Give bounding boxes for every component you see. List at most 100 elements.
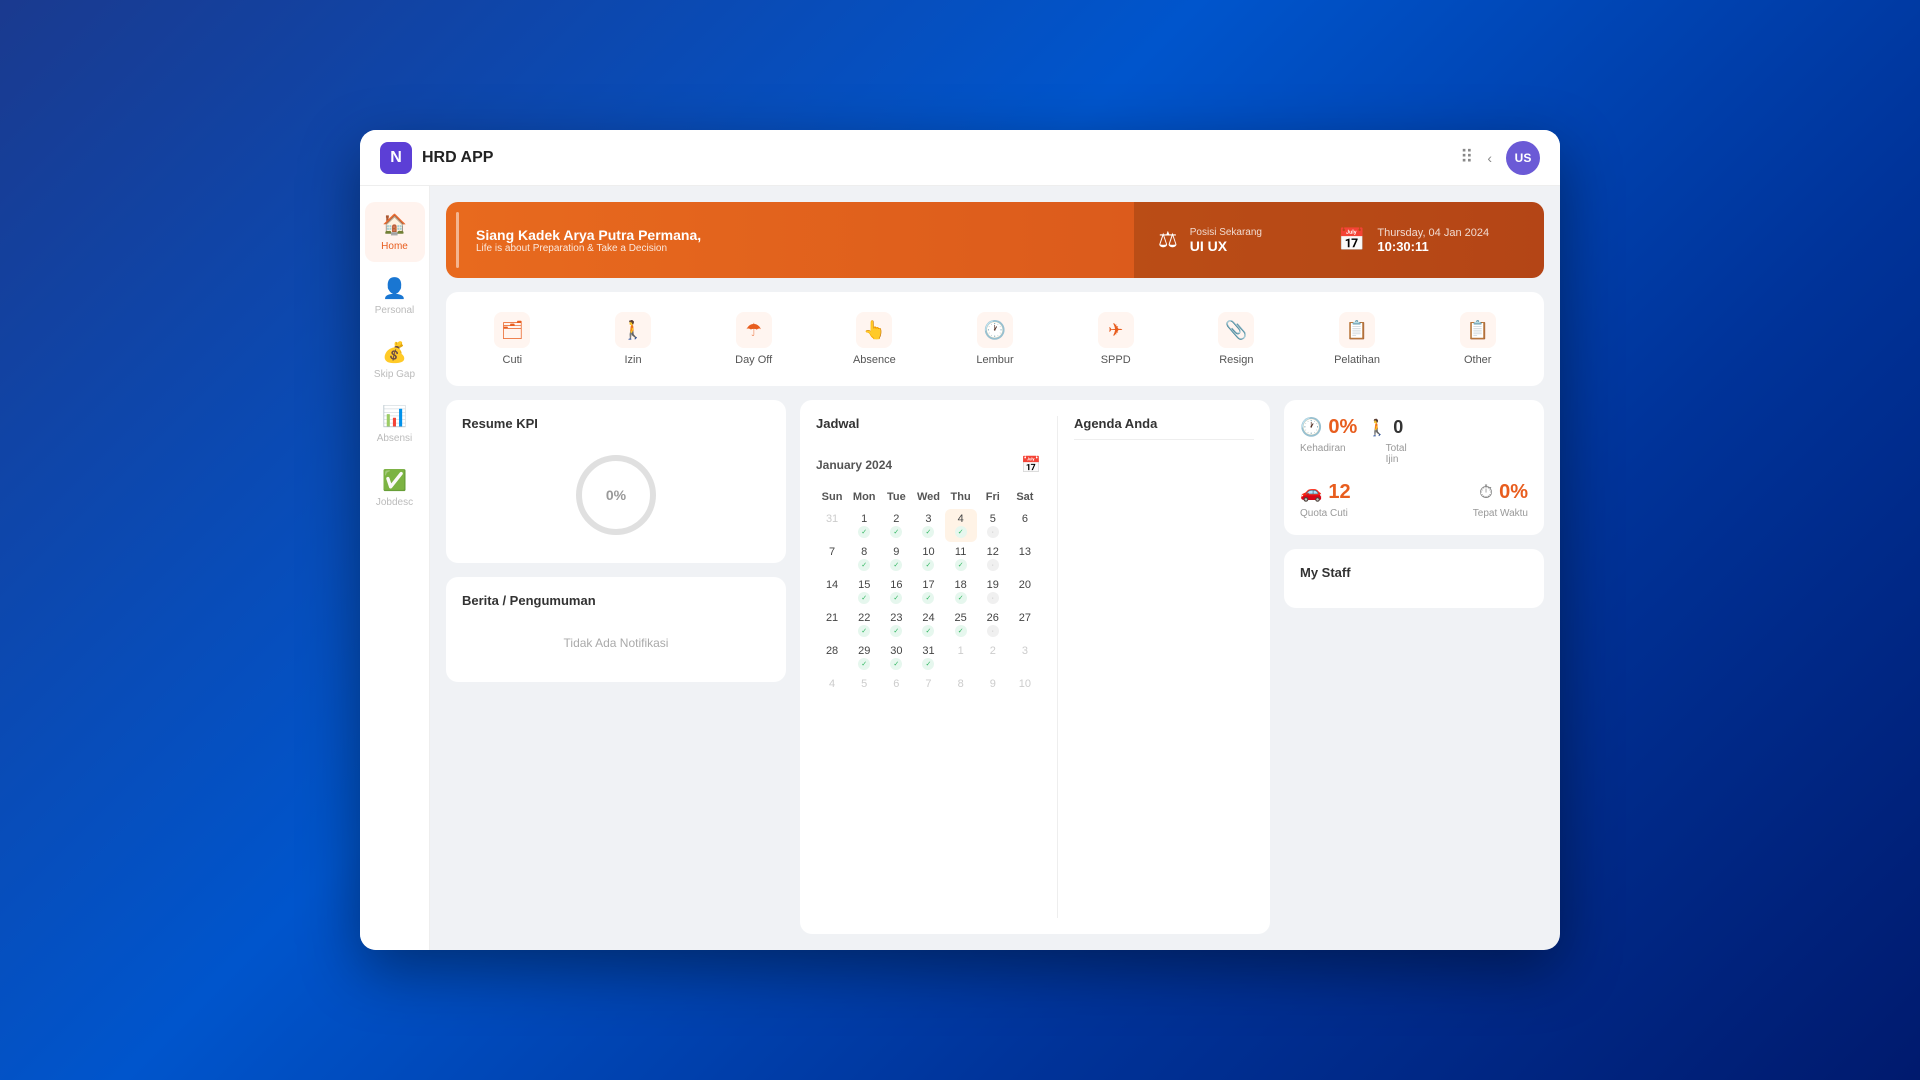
cal-cell-w0-d0[interactable]: 31 (816, 509, 848, 542)
cuti-icon: 🗂 (494, 312, 530, 348)
quota-cuti-value: 12 (1328, 481, 1350, 504)
grid-icon[interactable]: ⠿ (1460, 147, 1473, 168)
cal-cell-w3-d0[interactable]: 21 (816, 608, 848, 641)
total-izin-label: Total Ijin (1386, 443, 1407, 465)
stat-kehadiran: 🕐 0% 🚶 0 Kehadiran Total Ijin (1300, 416, 1407, 465)
main-layout: 🏠 Home 👤 Personal 💰 Skip Gap 📊 Absensi ✅… (360, 186, 1560, 950)
stats-grid: 🕐 0% 🚶 0 Kehadiran Total Ijin (1300, 416, 1528, 519)
cal-cell-w5-d0[interactable]: 4 (816, 674, 848, 694)
cal-cell-w1-d6[interactable]: 13 (1009, 542, 1041, 575)
cal-cell-w3-d1[interactable]: 22✓ (848, 608, 880, 641)
banner-subtitle: Life is about Preparation & Take a Decis… (476, 243, 1114, 254)
cal-attendance-dot: · (987, 592, 999, 604)
cal-cell-w1-d2[interactable]: 9✓ (880, 542, 912, 575)
cal-cell-w4-d0[interactable]: 28 (816, 641, 848, 674)
cal-cell-w5-d4[interactable]: 8 (945, 674, 977, 694)
cal-cell-w5-d6[interactable]: 10 (1009, 674, 1041, 694)
lembur-label: Lembur (976, 354, 1013, 366)
cal-cell-w4-d5[interactable]: 2 (977, 641, 1009, 674)
sidebar-item-jobdesc[interactable]: ✅ Jobdesc (365, 458, 425, 518)
cal-cell-w3-d2[interactable]: 23✓ (880, 608, 912, 641)
avatar[interactable]: US (1506, 141, 1540, 175)
cal-cell-w2-d2[interactable]: 16✓ (880, 575, 912, 608)
cal-cell-w2-d5[interactable]: 19· (977, 575, 1009, 608)
cal-cell-w1-d3[interactable]: 10✓ (912, 542, 944, 575)
sidebar-item-absensi[interactable]: 📊 Absensi (365, 394, 425, 454)
banner-greeting: Siang Kadek Arya Putra Permana, (476, 227, 1114, 243)
cal-cell-w5-d2[interactable]: 6 (880, 674, 912, 694)
kpi-value: 0% (606, 487, 626, 503)
cal-attendance-dot: ✓ (922, 658, 934, 670)
sidebar-item-personal[interactable]: 👤 Personal (365, 266, 425, 326)
action-resign[interactable]: 📎 Resign (1178, 304, 1295, 374)
calendar-icon: 📅 (1338, 227, 1365, 253)
sidebar-item-skipgap[interactable]: 💰 Skip Gap (365, 330, 425, 390)
cal-attendance-dot: ✓ (890, 559, 902, 571)
cal-cell-w5-d3[interactable]: 7 (912, 674, 944, 694)
cal-cell-w4-d6[interactable]: 3 (1009, 641, 1041, 674)
cal-cell-w0-d4[interactable]: 4✓ (945, 509, 977, 542)
cal-attendance-dot: ✓ (955, 625, 967, 637)
cal-attendance-dot: ✓ (955, 526, 967, 538)
cal-cell-w3-d6[interactable]: 27 (1009, 608, 1041, 641)
cal-cell-w2-d3[interactable]: 17✓ (912, 575, 944, 608)
cal-day-sun: Sun (816, 485, 848, 509)
cal-cell-w1-d0[interactable]: 7 (816, 542, 848, 575)
action-pelatihan[interactable]: 📋 Pelatihan (1299, 304, 1416, 374)
cal-cell-w5-d1[interactable]: 5 (848, 674, 880, 694)
time-value: 10:30:11 (1377, 239, 1489, 254)
cal-cell-w0-d5[interactable]: 5· (977, 509, 1009, 542)
quick-actions: 🗂 Cuti 🚶 Izin ☂ Day Off 👆 Absence 🕐 (446, 292, 1544, 386)
action-other[interactable]: 📋 Other (1419, 304, 1536, 374)
jadwal-panel: Jadwal January 2024 📅 Sun Mon Tue Wed (800, 400, 1270, 934)
kehadiran-value: 0% (1328, 416, 1357, 439)
other-icon: 📋 (1460, 312, 1496, 348)
cal-cell-w0-d3[interactable]: 3✓ (912, 509, 944, 542)
cal-cell-w3-d5[interactable]: 26· (977, 608, 1009, 641)
calendar-nav-icon[interactable]: 📅 (1021, 455, 1041, 475)
action-sppd[interactable]: ✈ SPPD (1057, 304, 1174, 374)
cal-attendance-dot: ✓ (922, 559, 934, 571)
back-chevron-icon[interactable]: ‹ (1487, 150, 1492, 166)
walking-icon: 🚶 (1367, 418, 1387, 438)
action-lembur[interactable]: 🕐 Lembur (937, 304, 1054, 374)
cal-cell-w4-d3[interactable]: 31✓ (912, 641, 944, 674)
cal-cell-w1-d4[interactable]: 11✓ (945, 542, 977, 575)
cal-cell-w2-d4[interactable]: 18✓ (945, 575, 977, 608)
cal-cell-w3-d3[interactable]: 24✓ (912, 608, 944, 641)
cal-day-sat: Sat (1009, 485, 1041, 509)
clock-icon: 🕐 (1300, 417, 1322, 438)
cal-week-1: 78✓9✓10✓11✓12·13 (816, 542, 1041, 575)
left-panels: Resume KPI 0% Berita / Pengumuman Tidak … (446, 400, 786, 934)
cal-cell-w1-d5[interactable]: 12· (977, 542, 1009, 575)
cal-cell-w5-d5[interactable]: 9 (977, 674, 1009, 694)
cal-cell-w2-d0[interactable]: 14 (816, 575, 848, 608)
jadwal-left: Jadwal January 2024 📅 Sun Mon Tue Wed (816, 416, 1041, 918)
content: Siang Kadek Arya Putra Permana, Life is … (430, 186, 1560, 950)
cal-cell-w4-d1[interactable]: 29✓ (848, 641, 880, 674)
topbar: N HRD APP ⠿ ‹ US (360, 130, 1560, 186)
cal-cell-w0-d2[interactable]: 2✓ (880, 509, 912, 542)
cal-cell-w1-d1[interactable]: 8✓ (848, 542, 880, 575)
cal-cell-w3-d4[interactable]: 25✓ (945, 608, 977, 641)
sppd-label: SPPD (1101, 354, 1131, 366)
timer-icon: ⏱ (1479, 482, 1493, 503)
date-label: Thursday, 04 Jan 2024 (1377, 227, 1489, 239)
action-cuti[interactable]: 🗂 Cuti (454, 304, 571, 374)
cal-cell-w0-d6[interactable]: 6 (1009, 509, 1041, 542)
cal-cell-w0-d1[interactable]: 1✓ (848, 509, 880, 542)
sidebar: 🏠 Home 👤 Personal 💰 Skip Gap 📊 Absensi ✅… (360, 186, 430, 950)
cal-cell-w2-d1[interactable]: 15✓ (848, 575, 880, 608)
dayoff-icon: ☂ (736, 312, 772, 348)
cal-cell-w4-d4[interactable]: 1 (945, 641, 977, 674)
sidebar-item-home[interactable]: 🏠 Home (365, 202, 425, 262)
cal-cell-w2-d6[interactable]: 20 (1009, 575, 1041, 608)
cal-cell-w4-d2[interactable]: 30✓ (880, 641, 912, 674)
action-dayoff[interactable]: ☂ Day Off (695, 304, 812, 374)
action-absence[interactable]: 👆 Absence (816, 304, 933, 374)
cal-week-5: 45678910 (816, 674, 1041, 694)
action-izin[interactable]: 🚶 Izin (575, 304, 692, 374)
kpi-panel: Resume KPI 0% (446, 400, 786, 563)
sidebar-label-personal: Personal (375, 305, 414, 316)
cal-attendance-dot: ✓ (922, 625, 934, 637)
